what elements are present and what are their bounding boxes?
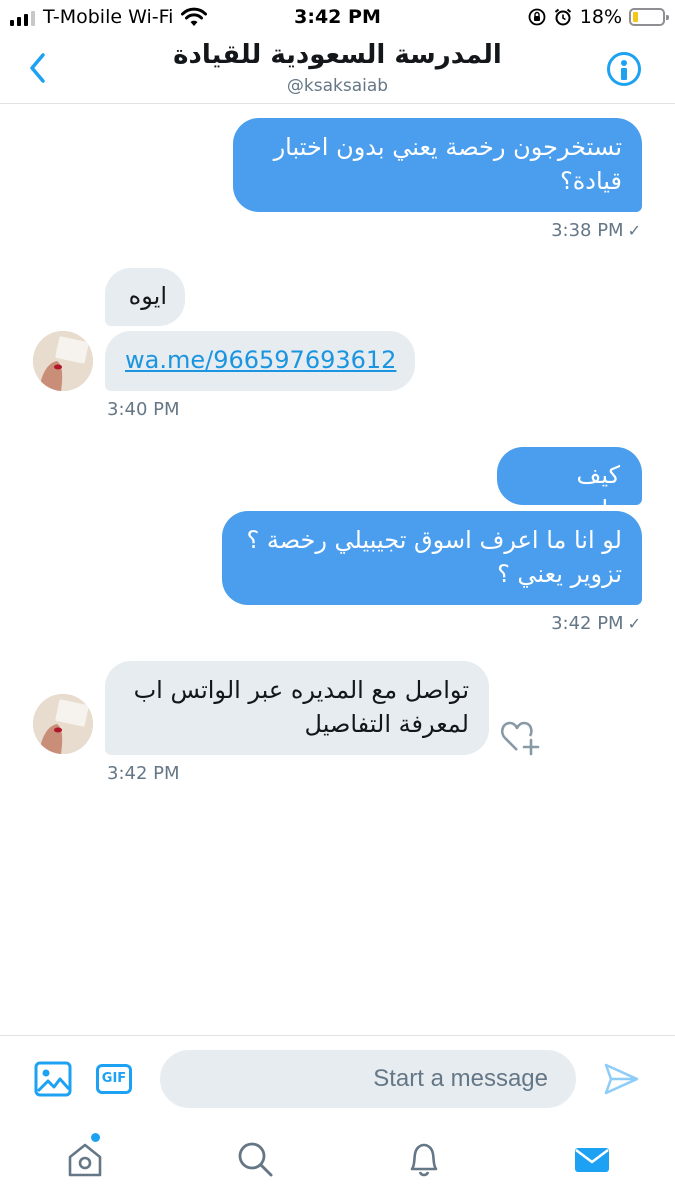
tab-bar [0,1121,675,1200]
react-button[interactable] [500,716,542,756]
message-bubble-sent[interactable]: تستخرجون رخصة يعني بدون اختبار قيادة؟ [233,118,642,212]
home-icon [68,1143,102,1177]
message-text: تواصل مع المديره عبر الواتس اب [133,676,469,704]
message-text: ايوه [128,282,167,310]
message-text: تزوير يعني ؟ [497,560,622,588]
message-text: لو انا ما اعرف اسوق تجيبيلي رخصة ؟ [246,526,622,554]
message-input[interactable] [160,1050,576,1108]
battery-icon [629,8,669,26]
conversation-handle: @ksaksaiab [286,76,389,96]
avatar[interactable] [33,331,93,391]
message-text: قيادة؟ [559,167,622,195]
notification-dot [91,1133,100,1142]
alarm-icon [554,8,571,26]
gif-button[interactable]: GIF [96,1064,132,1094]
info-button[interactable] [607,52,641,86]
message-timestamp: 3:38 PM ✓ [551,220,641,241]
tab-notifications[interactable] [404,1139,444,1179]
conversation-header: المدرسة السعودية للقيادة @ksaksaiab [0,36,675,104]
check-icon: ✓ [627,614,641,633]
tab-home[interactable] [65,1133,105,1179]
send-icon [604,1063,639,1095]
tab-search[interactable] [235,1139,275,1179]
heart-plus-icon [500,721,540,756]
battery-level [633,12,638,22]
message-bubble-sent[interactable]: لو انا ما اعرف اسوق تجيبيلي رخصة ؟ تزوير… [222,511,642,605]
message-link[interactable]: wa.me/966597693612 [125,343,396,377]
message-timestamp: 3:42 PM [107,763,180,784]
battery-percent: 18% [579,6,622,28]
status-bar: T-Mobile Wi-Fi 3:42 PM 18% [0,0,675,36]
avatar[interactable] [33,694,93,754]
add-photo-button[interactable] [34,1061,72,1097]
mail-icon [575,1148,609,1172]
message-bubble-received[interactable]: wa.me/966597693612 [105,331,415,391]
message-bubble-received[interactable]: ايوه [105,268,185,326]
message-timestamp: 3:40 PM [107,399,180,420]
search-icon [238,1142,273,1177]
message-composer: GIF [0,1035,675,1121]
bell-icon [410,1143,438,1177]
message-text: لمعرفة التفاصيل [304,710,469,738]
image-icon [34,1061,72,1097]
message-bubble-received[interactable]: تواصل مع المديره عبر الواتس اب لمعرفة ال… [105,661,489,755]
check-icon: ✓ [627,221,641,240]
message-timestamp: 3:42 PM ✓ [551,613,641,634]
message-text: تستخرجون رخصة يعني بدون اختبار [273,133,622,161]
send-button[interactable] [602,1061,640,1097]
message-bubble-sent[interactable]: كيف طيب [497,447,642,523]
rotation-lock-icon [528,8,546,26]
tab-messages[interactable] [572,1139,612,1179]
conversation-title[interactable]: المدرسة السعودية للقيادة [0,40,675,70]
